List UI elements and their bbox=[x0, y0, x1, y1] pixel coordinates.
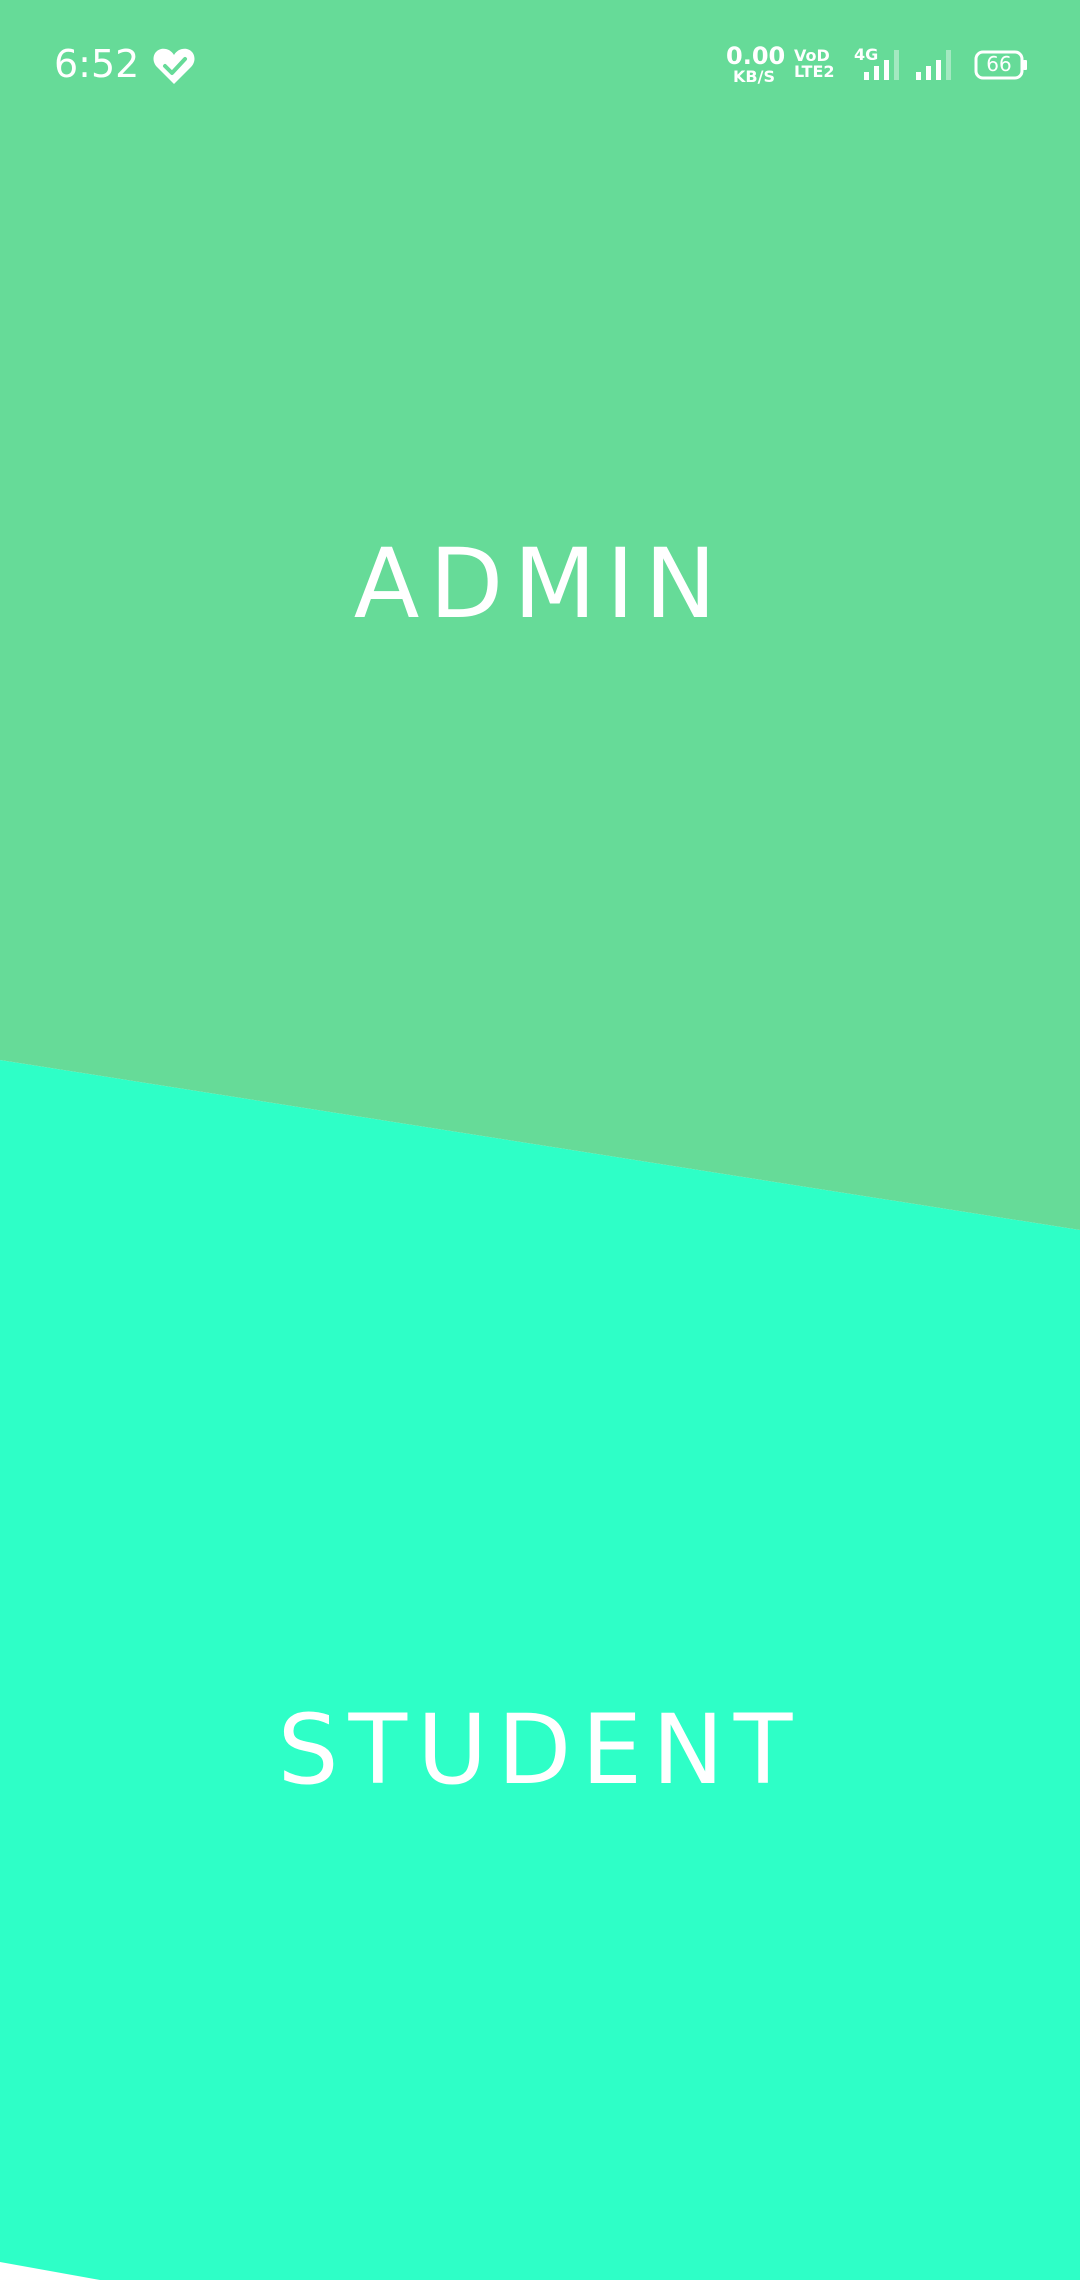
network-speed-value: 0.00 bbox=[726, 42, 786, 70]
student-label[interactable]: STUDENT bbox=[0, 1694, 1080, 1806]
battery-level: 66 bbox=[986, 52, 1012, 76]
network-speed: 0.00 KB/S bbox=[726, 42, 786, 86]
network-type-label: 4G bbox=[854, 46, 878, 64]
role-select-screen: ADMIN STUDENT 6:52 0.00 KB/S VoD LTE2 4G bbox=[0, 0, 1080, 2280]
status-time: 6:52 bbox=[54, 42, 140, 86]
status-bar: 6:52 0.00 KB/S VoD LTE2 4G 66 bbox=[0, 0, 1080, 130]
network-speed-unit: KB/S bbox=[733, 67, 775, 86]
admin-label[interactable]: ADMIN bbox=[0, 528, 1080, 640]
volte-indicator: VoD LTE2 bbox=[794, 48, 835, 80]
signal-icon: 4G bbox=[854, 46, 899, 80]
volte-bottom: LTE2 bbox=[794, 62, 835, 81]
signal-icon-sim2 bbox=[916, 50, 951, 80]
heart-check-icon bbox=[153, 48, 195, 84]
